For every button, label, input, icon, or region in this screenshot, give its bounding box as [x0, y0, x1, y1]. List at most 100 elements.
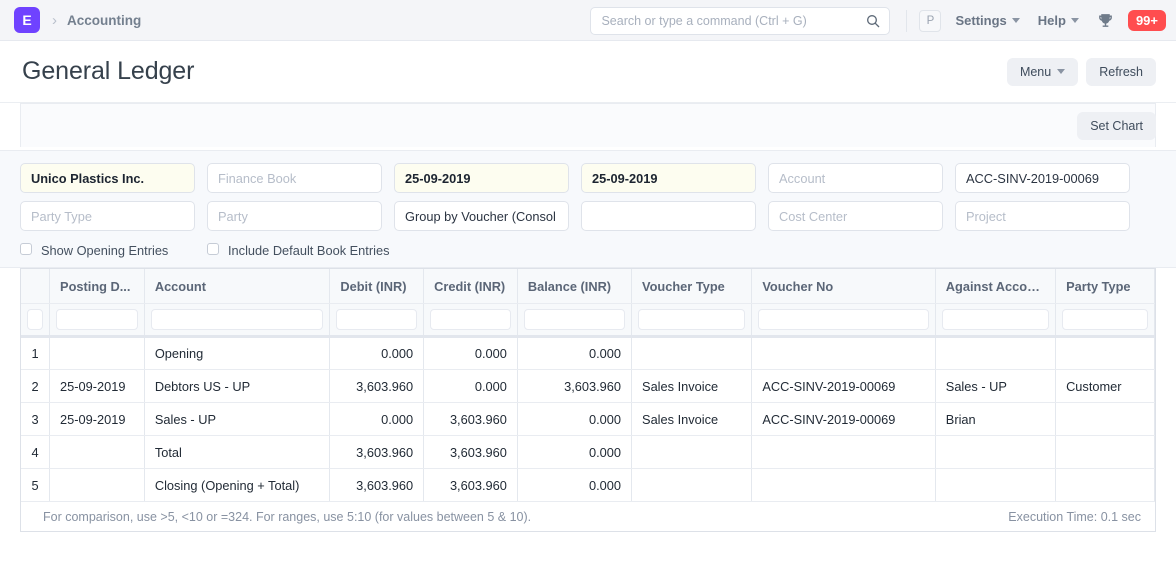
column-filter-voucher-no[interactable]: [758, 309, 928, 330]
column-header-voucher-no[interactable]: Voucher No: [752, 269, 935, 304]
column-filter-credit[interactable]: [430, 309, 511, 330]
checkbox-show-opening-entries[interactable]: Show Opening Entries: [20, 241, 207, 261]
cell-debit: 0.000: [330, 337, 424, 370]
table-row[interactable]: 1Opening0.0000.0000.000: [21, 337, 1155, 370]
cell-voucher-type: [632, 337, 752, 370]
navbar: E › Accounting P Settings Help 99+: [0, 0, 1176, 41]
filter-party[interactable]: [207, 201, 382, 231]
cell-credit: 0.000: [424, 370, 518, 403]
avatar[interactable]: P: [919, 10, 941, 32]
filter-row-1: [20, 163, 1156, 193]
filter-account[interactable]: [768, 163, 943, 193]
search-box: [590, 7, 890, 35]
menu-button[interactable]: Menu: [1007, 58, 1078, 86]
cell-party-type: Customer: [1056, 370, 1155, 403]
cell-balance: 0.000: [517, 469, 631, 502]
filter-hint-text: For comparison, use >5, <10 or =324. For…: [43, 510, 531, 524]
cell-voucher-no[interactable]: ACC-SINV-2019-00069: [752, 403, 935, 436]
filter-cell-party-type: [1056, 304, 1155, 337]
column-header-party-type[interactable]: Party Type: [1056, 269, 1155, 304]
cell-index: 2: [21, 370, 50, 403]
filter-finance-book[interactable]: [207, 163, 382, 193]
menu-button-label: Menu: [1020, 65, 1051, 79]
chevron-down-icon: [1012, 18, 1020, 23]
filter-cell-debit: [330, 304, 424, 337]
cell-party-type: [1056, 436, 1155, 469]
cell-debit: 3,603.960: [330, 469, 424, 502]
checkbox-include-default-book-entries[interactable]: Include Default Book Entries: [207, 241, 397, 261]
cell-voucher-no: [752, 469, 935, 502]
filter-cell-voucher-no: [752, 304, 935, 337]
cell-balance: 0.000: [517, 403, 631, 436]
table-row[interactable]: 325-09-2019Sales - UP0.0003,603.9600.000…: [21, 403, 1155, 436]
cell-debit: 0.000: [330, 403, 424, 436]
cell-voucher-type: Sales Invoice: [632, 403, 752, 436]
cell-account[interactable]: Debtors US - UP: [144, 370, 330, 403]
page-actions: Menu Refresh: [1007, 58, 1156, 86]
search-input[interactable]: [590, 7, 890, 35]
filters-section: Show Opening Entries Include Default Boo…: [0, 151, 1176, 268]
filter-party-type[interactable]: [20, 201, 195, 231]
column-header-date[interactable]: Posting D...: [50, 269, 145, 304]
column-filter-debit[interactable]: [336, 309, 417, 330]
cell-balance: 3,603.960: [517, 370, 631, 403]
column-filter-party-type[interactable]: [1062, 309, 1148, 330]
filter-voucher-no[interactable]: [955, 163, 1130, 193]
checkbox-label: Include Default Book Entries: [228, 241, 389, 261]
cell-party-type: [1056, 337, 1155, 370]
notification-badge[interactable]: 99+: [1128, 10, 1166, 32]
help-menu[interactable]: Help: [1038, 13, 1079, 28]
filter-blank[interactable]: [581, 201, 756, 231]
cell-index: 4: [21, 436, 50, 469]
chevron-down-icon: [1071, 18, 1079, 23]
column-filter-account[interactable]: [151, 309, 324, 330]
cell-account: Closing (Opening + Total): [144, 469, 330, 502]
refresh-button[interactable]: Refresh: [1086, 58, 1156, 86]
column-filter-idx[interactable]: [27, 309, 43, 330]
table-row[interactable]: 5Closing (Opening + Total)3,603.9603,603…: [21, 469, 1155, 502]
cell-account[interactable]: Sales - UP: [144, 403, 330, 436]
column-header-account[interactable]: Account: [144, 269, 330, 304]
column-header-against-account[interactable]: Against Account: [935, 269, 1055, 304]
filter-company[interactable]: [20, 163, 195, 193]
cell-party-type: [1056, 469, 1155, 502]
cell-against-account: [935, 436, 1055, 469]
column-header-idx[interactable]: [21, 269, 50, 304]
settings-menu[interactable]: Settings: [955, 13, 1019, 28]
set-chart-wrap: Set Chart: [1077, 112, 1156, 140]
breadcrumb[interactable]: Accounting: [67, 13, 141, 28]
table-head: Posting D... Account Debit (INR) Credit …: [21, 269, 1155, 337]
chart-section: Set Chart: [0, 103, 1176, 151]
chevron-down-icon: [1057, 69, 1065, 74]
column-header-debit[interactable]: Debit (INR): [330, 269, 424, 304]
cell-voucher-no[interactable]: ACC-SINV-2019-00069: [752, 370, 935, 403]
column-filter-balance[interactable]: [524, 309, 625, 330]
filter-group-by[interactable]: [394, 201, 569, 231]
filter-to-date[interactable]: [581, 163, 756, 193]
filter-project[interactable]: [955, 201, 1130, 231]
table-row[interactable]: 4Total3,603.9603,603.9600.000: [21, 436, 1155, 469]
filter-row-2: [20, 201, 1156, 231]
cell-balance: 0.000: [517, 337, 631, 370]
cell-voucher-type: [632, 436, 752, 469]
set-chart-button[interactable]: Set Chart: [1077, 112, 1156, 140]
checkbox-box[interactable]: [20, 243, 32, 255]
filter-from-date[interactable]: [394, 163, 569, 193]
cell-debit: 3,603.960: [330, 436, 424, 469]
checkbox-box[interactable]: [207, 243, 219, 255]
column-header-balance[interactable]: Balance (INR): [517, 269, 631, 304]
column-header-voucher-type[interactable]: Voucher Type: [632, 269, 752, 304]
cell-credit: 0.000: [424, 337, 518, 370]
app-logo[interactable]: E: [14, 7, 40, 33]
execution-time: Execution Time: 0.1 sec: [1008, 510, 1141, 524]
column-filter-against-account[interactable]: [942, 309, 1049, 330]
filter-cost-center[interactable]: [768, 201, 943, 231]
cell-posting-date: 25-09-2019: [50, 370, 145, 403]
column-header-credit[interactable]: Credit (INR): [424, 269, 518, 304]
trophy-icon[interactable]: [1097, 12, 1114, 29]
column-filter-voucher-type[interactable]: [638, 309, 745, 330]
report-table: Posting D... Account Debit (INR) Credit …: [21, 269, 1155, 503]
table-row[interactable]: 225-09-2019Debtors US - UP 3,603.9600.000…: [21, 370, 1155, 403]
cell-voucher-no: [752, 337, 935, 370]
column-filter-date[interactable]: [56, 309, 138, 330]
